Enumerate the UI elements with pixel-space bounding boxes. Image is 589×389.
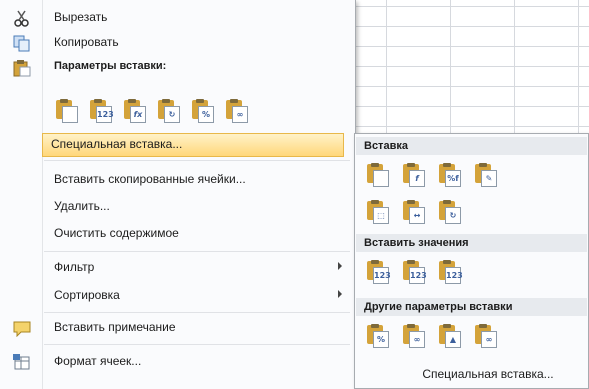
paste-link-icon: ∞ [403,324,425,348]
sub-paste-keep-source-format-button[interactable]: ✎ [471,161,497,187]
menu-item-insert-copied[interactable]: Вставить скопированные ячейки... [2,168,352,192]
sub-paste-transpose-button[interactable]: ↻ [435,198,461,224]
sub-paste-formatting-button[interactable]: % [363,322,389,348]
scissors-icon [14,10,29,27]
sub-paste-values-button[interactable]: 123 [363,258,391,284]
menu-item-paste-special[interactable]: Специальная вставка... [42,133,383,157]
format-cells-label: Формат ячеек... [54,354,142,368]
paste-column-widths-icon: ↔ [403,200,425,224]
submenu-arrow-icon [338,262,342,270]
separator [44,344,350,345]
sub-paste-picture-button[interactable]: ▲ [435,322,461,348]
paste-option-formulas[interactable]: fx [120,97,146,123]
paste-link-icon: ∞ [226,99,248,123]
paste-icon [56,99,78,123]
clipboard-icon [13,60,31,77]
insert-copied-label: Вставить скопированные ячейки... [54,172,246,186]
menu-item-clear-contents[interactable]: Очистить содержимое [2,222,352,246]
paste-special-submenu: Вставка f %f ✎ ⬚ ↔ ↻ Вставить значения 1… [354,133,589,389]
paste-formatting-icon: % [192,99,214,123]
sort-label: Сортировка [54,288,120,302]
paste-options-label: Параметры вставки: [54,60,167,72]
menu-header-paste-options: Параметры вставки: [2,56,352,80]
paste-option-values[interactable]: 123 [86,97,114,123]
sub-paste-link-button[interactable]: ∞ [399,322,425,348]
paste-formulas-icon: f [403,163,425,187]
paste-values-number-format-icon: 123 [403,260,427,284]
paste-linked-picture-icon: ∞ [475,324,497,348]
format-cells-icon [13,354,30,370]
paste-transpose-icon: ↻ [158,99,180,123]
submenu-arrow-icon [338,290,342,298]
insert-comment-label: Вставить примечание [54,320,176,334]
cut-label: Вырезать [54,10,108,24]
paste-transpose-icon: ↻ [439,200,461,224]
submenu-header-paste: Вставка [356,137,587,155]
copy-icon [13,35,30,52]
sub-paste-column-widths-button[interactable]: ↔ [399,198,425,224]
separator [44,160,350,161]
paste-no-borders-icon: ⬚ [367,200,389,224]
menu-item-cut[interactable]: Вырезать [2,6,352,30]
paste-values-icon: 123 [367,260,391,284]
sub-paste-formulas-button[interactable]: f [399,161,425,187]
paste-option-formatting[interactable]: % [188,97,214,123]
paste-values-icon: 123 [90,99,114,123]
paste-keep-source-format-icon: ✎ [475,163,497,187]
paste-option-transpose[interactable]: ↻ [154,97,180,123]
context-menu: Вырезать Копировать Параметры вставки: 1… [0,0,383,389]
sub-paste-values-number-format-button[interactable]: 123 [399,258,427,284]
sub-paste-formulas-number-format-button[interactable]: %f [435,161,461,187]
sub-paste-special-label: Специальная вставка... [422,367,554,381]
paste-picture-icon: ▲ [439,324,461,348]
paste-values-source-format-icon: 123 [439,260,463,284]
submenu-header-paste-values: Вставить значения [356,234,587,252]
paste-special-label: Специальная вставка... [51,137,183,151]
paste-formulas-icon: fx [124,99,146,123]
separator [44,251,350,252]
filter-label: Фильтр [54,260,95,274]
menu-item-format-cells[interactable]: Формат ячеек... [2,350,352,374]
submenu-header-other-paste: Другие параметры вставки [356,298,587,316]
comment-icon [13,321,31,337]
paste-option-link[interactable]: ∞ [222,97,248,123]
paste-icon [367,163,389,187]
copy-label: Копировать [54,35,119,49]
menu-item-filter[interactable]: Фильтр [2,256,352,280]
menu-item-sort[interactable]: Сортировка [2,284,352,308]
sub-paste-button[interactable] [363,161,389,187]
sub-paste-values-source-format-button[interactable]: 123 [435,258,463,284]
separator [44,312,350,313]
menu-item-copy[interactable]: Копировать [2,31,352,55]
paste-formulas-number-format-icon: %f [439,163,461,187]
clear-contents-label: Очистить содержимое [54,226,179,240]
delete-label: Удалить... [54,199,110,213]
sub-paste-no-borders-button[interactable]: ⬚ [363,198,389,224]
sub-paste-special-item[interactable]: Специальная вставка... [395,364,581,384]
paste-formatting-icon: % [367,324,389,348]
menu-item-insert-comment[interactable]: Вставить примечание [2,316,352,340]
paste-option-paste[interactable] [52,97,78,123]
menu-item-delete[interactable]: Удалить... [2,195,352,219]
sub-paste-linked-picture-button[interactable]: ∞ [471,322,497,348]
